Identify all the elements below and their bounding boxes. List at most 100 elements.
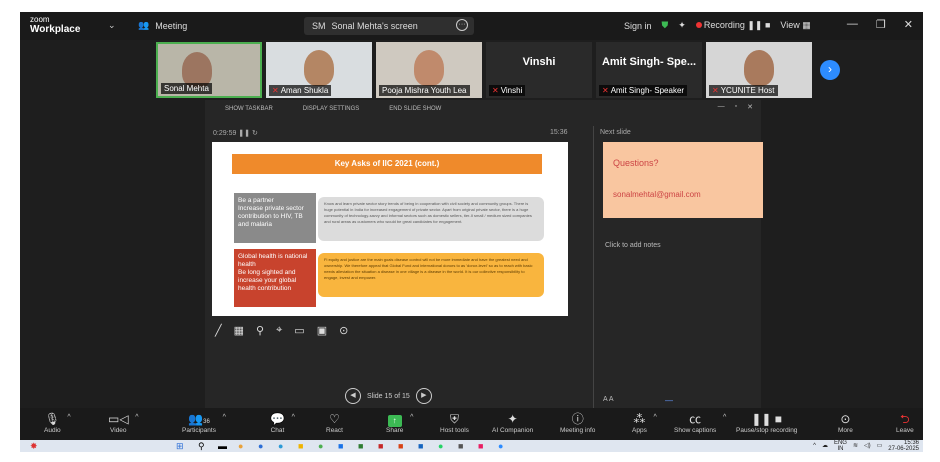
chevron-up-icon[interactable]: ^ [292,414,295,421]
host-tools-button[interactable]: ⛨ Host tools [440,411,469,434]
cc-icon: ㏄ [689,412,702,426]
meeting-info-button[interactable]: ⓘ Meeting info [560,411,595,434]
end-slideshow-button[interactable]: END SLIDE SHOW [389,106,441,112]
sparkle-icon[interactable]: ✦ [678,20,686,31]
audio-button[interactable]: 🎙 Audio ^ [44,411,71,434]
font-size-buttons[interactable]: A A [603,396,614,403]
edge-icon[interactable]: ● [278,440,283,452]
participant-tile[interactable]: Sonal Mehta [156,42,262,98]
chrome-icon[interactable]: ● [318,440,323,452]
chevron-down-icon[interactable]: ⌄ [108,20,116,31]
slides-grid-icon[interactable]: ▦ [234,324,244,337]
app-icon[interactable]: ■ [478,440,483,452]
participant-tile[interactable]: ✕ YCUNITE Host [706,42,812,98]
show-taskbar-button[interactable]: SHOW TASKBAR [225,106,273,112]
more-label: More [838,427,853,434]
chevron-up-icon[interactable]: ^ [410,414,413,421]
recording-status[interactable]: Recording ❚❚ ■ [695,20,770,31]
chevron-up-icon[interactable]: ^ [223,414,226,421]
next-participants-button[interactable]: › [820,60,840,80]
camera-icon[interactable]: ▣ [317,324,327,337]
mic-muted-icon: ✕ [712,86,719,95]
participant-name: ✕ Aman Shukla [269,85,332,96]
participant-name-text: Pooja Mishra Youth Lea [382,86,467,95]
windows-start-icon[interactable]: ⊞ [176,440,184,452]
react-button[interactable]: ♡ React [326,411,343,434]
view-label: View [780,20,800,30]
host-tools-label: Host tools [440,427,469,434]
current-slide: Key Asks of IIC 2021 (cont.) Be a partne… [212,142,568,316]
wifi-icon[interactable]: ≋ [853,443,858,449]
notes-area[interactable]: Click to add notes [605,242,661,249]
whatsapp-icon[interactable]: ● [438,440,443,452]
participant-tile[interactable]: Amit Singh- Spe... ✕ Amit Singh- Speaker [596,42,702,98]
zoom-slider-icon[interactable]: — [665,396,673,405]
pause-recording-button[interactable]: ❚❚ ■ Pause/stop recording [736,411,797,434]
more-icon[interactable]: ··· [456,19,468,31]
shield-icon[interactable]: ⛊ [662,20,669,31]
leave-button[interactable]: ⮌ Leave [896,411,914,434]
language-indicator[interactable]: ENG IN [834,440,847,452]
app-icon[interactable]: ■ [458,440,463,452]
participants-button[interactable]: 👥36 Participants ^ [182,411,226,434]
folder-icon[interactable]: ■ [298,440,303,452]
more-options-icon[interactable]: ⊙ [339,324,348,337]
weather-icon[interactable]: ✸ [30,440,38,452]
cloud-icon[interactable]: ☁ [822,443,828,449]
shared-screen-tab[interactable]: SM Sonal Mehta's screen ··· [304,17,474,35]
info-label: Meeting info [560,427,596,434]
meeting-menu[interactable]: 👥 Meeting [138,20,187,31]
display-settings-button[interactable]: DISPLAY SETTINGS [303,106,359,112]
next-slide-icon[interactable]: ▶ [415,388,432,404]
zoom-icon[interactable]: ⚲ [256,324,264,337]
pen-icon[interactable]: ╱ [215,324,222,337]
ai-companion-button[interactable]: ✦ AI Companion [492,411,533,434]
minimize-icon[interactable]: — [847,18,858,31]
subtitle-icon[interactable]: ▭ [294,324,304,337]
chevron-up-icon[interactable]: ^ [654,414,657,421]
restore-icon[interactable]: ▫ [735,103,737,111]
share-button[interactable]: ↑ Share ^ [386,411,413,434]
chevron-up-icon[interactable]: ^ [135,414,138,421]
chevron-up-icon[interactable]: ^ [67,414,70,421]
app-icon[interactable]: ■ [338,440,343,452]
apps-button[interactable]: ⁂ Apps ^ [632,411,657,434]
zoom-window: zoom Workplace ⌄ 👥 Meeting SM Sonal Meht… [20,12,923,452]
word-icon[interactable]: ■ [418,440,423,452]
close-icon[interactable]: ✕ [747,103,753,111]
acrobat-icon[interactable]: ■ [378,440,383,452]
excel-icon[interactable]: ■ [358,440,363,452]
participant-tile[interactable]: ✕ Aman Shukla [266,42,372,98]
pointer-icon[interactable]: ⌖ [276,324,282,337]
video-button[interactable]: ▭◁ Video ^ [108,411,139,434]
close-icon[interactable]: ✕ [904,18,913,31]
battery-icon[interactable]: ▭ [877,443,883,449]
chat-button[interactable]: 💬 Chat ^ [270,411,295,434]
participant-tile[interactable]: Pooja Mishra Youth Lea [376,42,482,98]
more-button[interactable]: ⊙ More [838,411,853,434]
global-health-text: Fi equity and justice are the main goals… [318,253,544,297]
signin-link[interactable]: Sign in [624,21,652,31]
lang-region: IN [837,446,844,452]
tray-chevron-icon[interactable]: ^ [813,443,816,449]
view-button[interactable]: View ▦ [780,20,810,31]
participant-name: ✕ Amit Singh- Speaker [599,85,688,96]
captions-button[interactable]: ㏄ Show captions ^ [674,411,726,434]
volume-icon[interactable]: ◁) [864,443,871,449]
clock-date[interactable]: 15:36 27-06-2025 [888,440,919,452]
participant-tile[interactable]: Vinshi ✕ Vinshi [486,42,592,98]
taskview-icon[interactable]: ▬ [218,440,227,452]
next-slide-preview[interactable]: Questions? sonalmehtal@gmail.com [603,142,763,218]
participant-name: ✕ Vinshi [489,85,526,96]
app-icon[interactable]: ● [258,440,263,452]
search-icon[interactable]: ⚲ [198,440,205,452]
minimize-icon[interactable]: — [718,103,725,111]
zoom-taskbar-icon[interactable]: ● [498,440,503,452]
prev-slide-icon[interactable]: ◀ [345,388,361,404]
apps-label: Apps [632,427,647,434]
chevron-up-icon[interactable]: ^ [723,414,726,421]
maximize-icon[interactable]: ❐ [876,18,886,31]
tray-date: 27-06-2025 [888,446,919,452]
app-icon[interactable]: ● [238,440,243,452]
powerpoint-icon[interactable]: ■ [398,440,403,452]
